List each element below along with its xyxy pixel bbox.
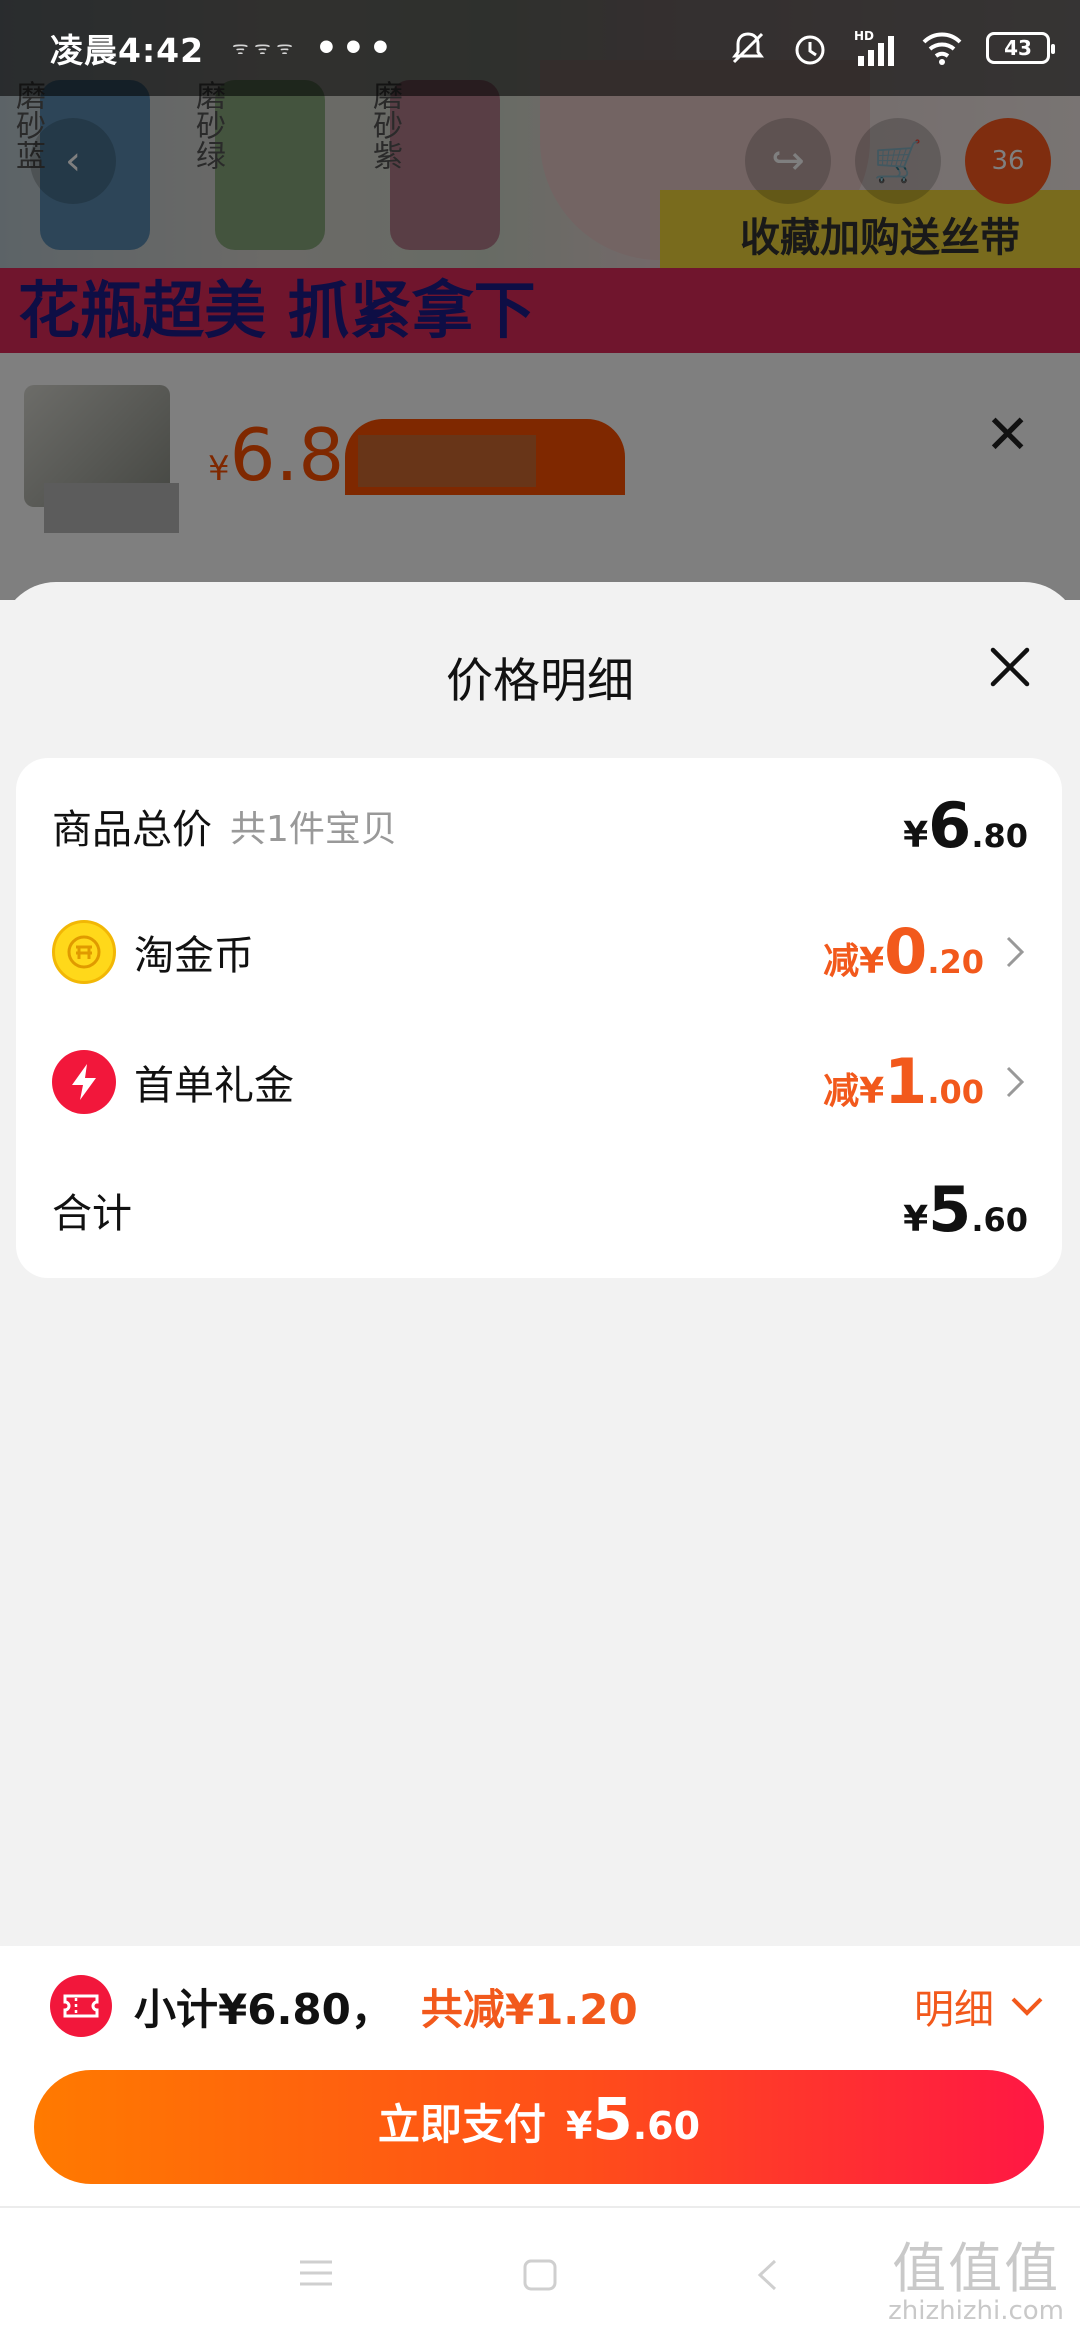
discount-text: 共减¥1.20 xyxy=(420,1984,638,2034)
detail-toggle-label: 明细 xyxy=(914,1987,994,2033)
alarm-icon xyxy=(795,35,825,65)
pay-amount-dec: .60 xyxy=(632,2104,701,2148)
pay-area: 立即支付 ¥ 5 .60 xyxy=(0,2066,1080,2206)
watermark-url: zhizhizhi.com xyxy=(888,2296,1064,2326)
silent-bell-icon xyxy=(732,32,764,64)
chevron-right-icon xyxy=(1006,1066,1025,1098)
chevron-down-icon xyxy=(1011,1997,1043,2016)
row-amount: 减¥ 1.00 xyxy=(823,1044,984,1118)
pay-currency: ¥ xyxy=(565,2104,593,2148)
home-icon[interactable] xyxy=(522,2258,558,2292)
battery-level: 43 xyxy=(1004,36,1032,60)
subtotal-text: 小计¥6.80， xyxy=(134,1984,393,2034)
lightning-icon xyxy=(52,1050,116,1114)
row-label: 淘金币 xyxy=(134,933,254,979)
summary-bar: 小计¥6.80， 共减¥1.20 明细 xyxy=(0,1946,1080,2066)
row-label: 首单礼金 xyxy=(134,1063,294,1109)
more-notifications-icon: ••• xyxy=(314,27,396,69)
sheet-title: 价格明细 xyxy=(446,654,634,709)
notification-icons: ᯤ ᯤ ᯤ xyxy=(232,38,293,59)
ticket-icon xyxy=(50,1975,112,2037)
row-label: 商品总价 xyxy=(52,807,212,853)
menu-icon[interactable] xyxy=(298,2258,334,2288)
wifi-icon xyxy=(922,32,962,65)
close-icon[interactable] xyxy=(985,642,1035,692)
watermark: 值值值 zhizhizhi.com xyxy=(888,2237,1064,2327)
row-amount: ¥6.80 xyxy=(903,789,1028,862)
price-detail-sheet: 价格明细 商品总价 共1件宝贝 ¥6.80 淘金币 减¥ 0.20 首单礼金 减… xyxy=(0,582,1080,1946)
back-icon[interactable] xyxy=(755,2258,779,2292)
pay-now-button[interactable]: 立即支付 ¥ 5 .60 xyxy=(34,2070,1044,2184)
detail-toggle-button[interactable]: 明细 xyxy=(914,1977,1044,2035)
row-first-order-gift[interactable]: 首单礼金 减¥ 1.00 xyxy=(52,1042,1028,1122)
row-label: 合计 xyxy=(52,1191,132,1237)
battery-icon: 43 xyxy=(986,32,1055,64)
row-amount: ¥5.60 xyxy=(903,1173,1028,1246)
row-amount: 减¥ 0.20 xyxy=(823,914,984,988)
status-bar: 凌晨4:42 ᯤ ᯤ ᯤ ••• HD 43 xyxy=(0,0,1080,96)
watermark-logo: 值值值 xyxy=(892,2237,1061,2300)
system-nav-bar: 值值值 zhizhizhi.com xyxy=(0,2206,1080,2340)
item-count: 共1件宝贝 xyxy=(230,809,397,850)
price-detail-card: 商品总价 共1件宝贝 ¥6.80 淘金币 减¥ 0.20 首单礼金 减¥ 1 .… xyxy=(16,758,1062,1278)
svg-text:HD: HD xyxy=(854,29,874,43)
row-sum: 合计 ¥5.60 xyxy=(52,1170,1028,1250)
row-goods-total: 商品总价 共1件宝贝 ¥6.80 xyxy=(52,786,1028,866)
pay-amount-int: 5 xyxy=(592,2085,633,2153)
signal-icon: HD xyxy=(854,29,894,66)
chevron-right-icon xyxy=(1006,936,1025,968)
coin-icon xyxy=(52,920,116,984)
pay-label: 立即支付 xyxy=(377,2100,546,2149)
row-taobao-coin[interactable]: 淘金币 减¥ 0.20 xyxy=(52,912,1028,992)
status-time: 凌晨4:42 xyxy=(50,31,205,70)
